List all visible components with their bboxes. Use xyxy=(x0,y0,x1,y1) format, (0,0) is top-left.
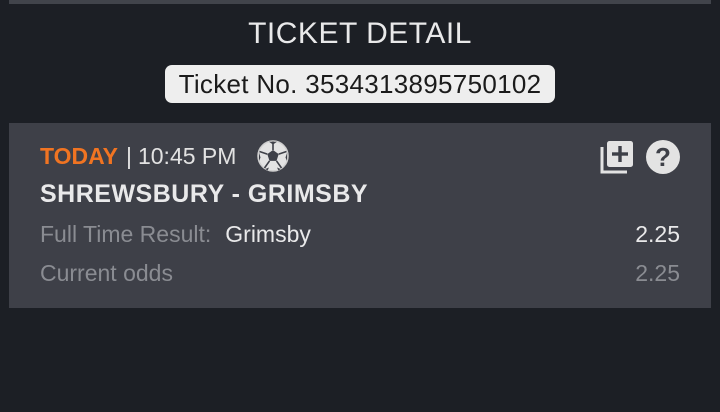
ticket-detail-screen: TICKET DETAIL Ticket No. 353431389575010… xyxy=(0,0,720,412)
help-icon[interactable]: ? xyxy=(646,140,680,174)
top-divider xyxy=(9,0,711,4)
selection-odds: 2.25 xyxy=(635,221,680,247)
bet-card: TODAY | 10:45 PM ? SHREWSBURY - GRIMSBY … xyxy=(9,123,711,308)
event-time: 10:45 PM xyxy=(137,142,237,169)
selection-value: Grimsby xyxy=(225,221,311,247)
ticket-number-badge: Ticket No. 3534313895750102 xyxy=(165,65,555,103)
soccer-ball-icon xyxy=(256,139,290,173)
add-to-betslip-icon[interactable] xyxy=(599,139,635,175)
current-odds-value: 2.25 xyxy=(635,260,680,286)
market-label: Full Time Result: xyxy=(40,221,212,247)
page-title: TICKET DETAIL xyxy=(248,17,472,50)
event-day-label: TODAY xyxy=(40,142,118,169)
current-odds-label: Current odds xyxy=(40,260,173,286)
match-title: SHREWSBURY - GRIMSBY xyxy=(40,180,369,208)
selection-row: Full Time Result: Grimsby 2.25 xyxy=(40,219,680,249)
meta-separator: | xyxy=(125,142,132,169)
event-meta-row: TODAY | 10:45 PM xyxy=(40,139,290,173)
current-odds-row: Current odds 2.25 xyxy=(40,258,680,288)
